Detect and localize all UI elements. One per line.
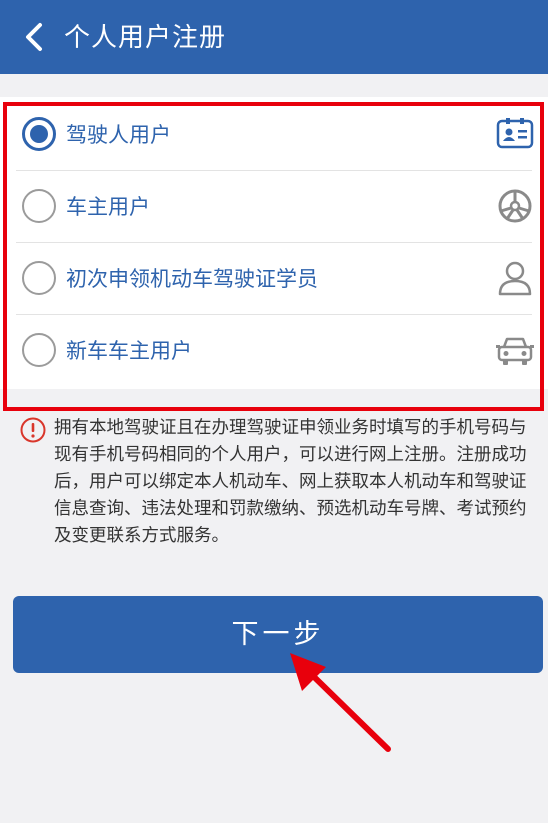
pointer-arrow <box>290 653 391 752</box>
highlight-frame <box>3 102 544 411</box>
next-step-button[interactable]: 下一步 <box>13 596 543 673</box>
page-title: 个人用户注册 <box>64 23 227 53</box>
chevron-left-icon[interactable] <box>20 22 50 52</box>
info-icon <box>20 417 46 443</box>
notice-text: 拥有本地驾驶证且在办理驾驶证申领业务时填写的手机号码与现有手机号码相同的个人用户… <box>54 418 527 546</box>
app-header: 个人用户注册 <box>0 0 548 74</box>
